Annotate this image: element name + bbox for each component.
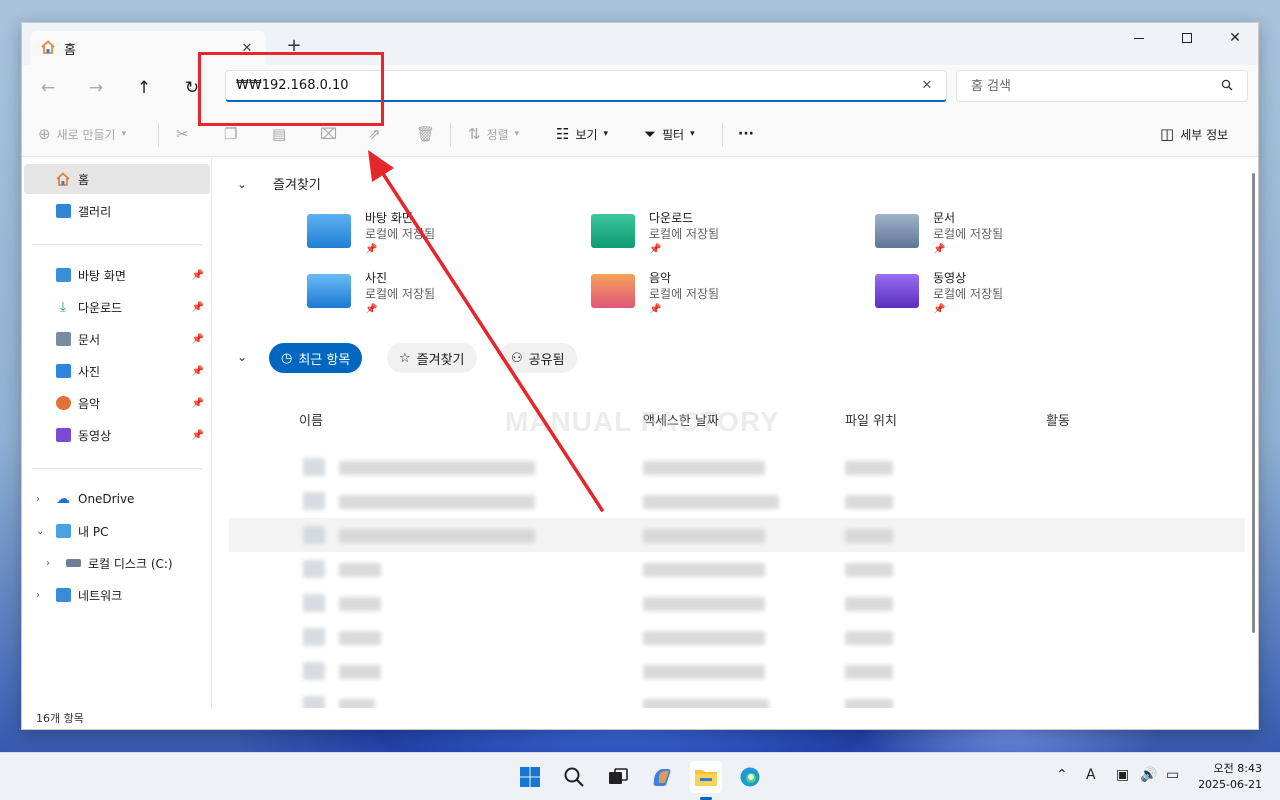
- annotation-arrow: [368, 150, 604, 512]
- clock-date: 2025-06-21: [1198, 778, 1262, 791]
- task-view-icon: [609, 768, 628, 784]
- edge-icon: [740, 767, 760, 787]
- copilot-button[interactable]: [646, 761, 678, 793]
- system-clock[interactable]: 오전 8:43 2025-06-21: [1198, 761, 1262, 793]
- copilot-icon: [653, 769, 671, 786]
- chevron-up-icon[interactable]: ⌃: [1056, 767, 1068, 783]
- task-view-button[interactable]: [602, 761, 634, 793]
- search-taskbar-button[interactable]: [558, 761, 590, 793]
- ime-indicator[interactable]: A: [1086, 767, 1096, 783]
- search-icon: [564, 767, 584, 787]
- folder-icon: [695, 770, 717, 786]
- clock-time: 오전 8:43: [1213, 762, 1262, 775]
- network-icon[interactable]: ▣: [1116, 767, 1129, 783]
- taskbar: ⌃ A ▣ 🔊 ▭ 오전 8:43 2025-06-21: [0, 752, 1280, 800]
- edge-button[interactable]: [734, 761, 766, 793]
- file-explorer-taskbar-button[interactable]: [690, 761, 722, 793]
- battery-icon[interactable]: ▭: [1166, 767, 1179, 783]
- volume-icon[interactable]: 🔊: [1140, 767, 1157, 783]
- windows-icon: [520, 767, 540, 787]
- start-button[interactable]: [514, 761, 546, 793]
